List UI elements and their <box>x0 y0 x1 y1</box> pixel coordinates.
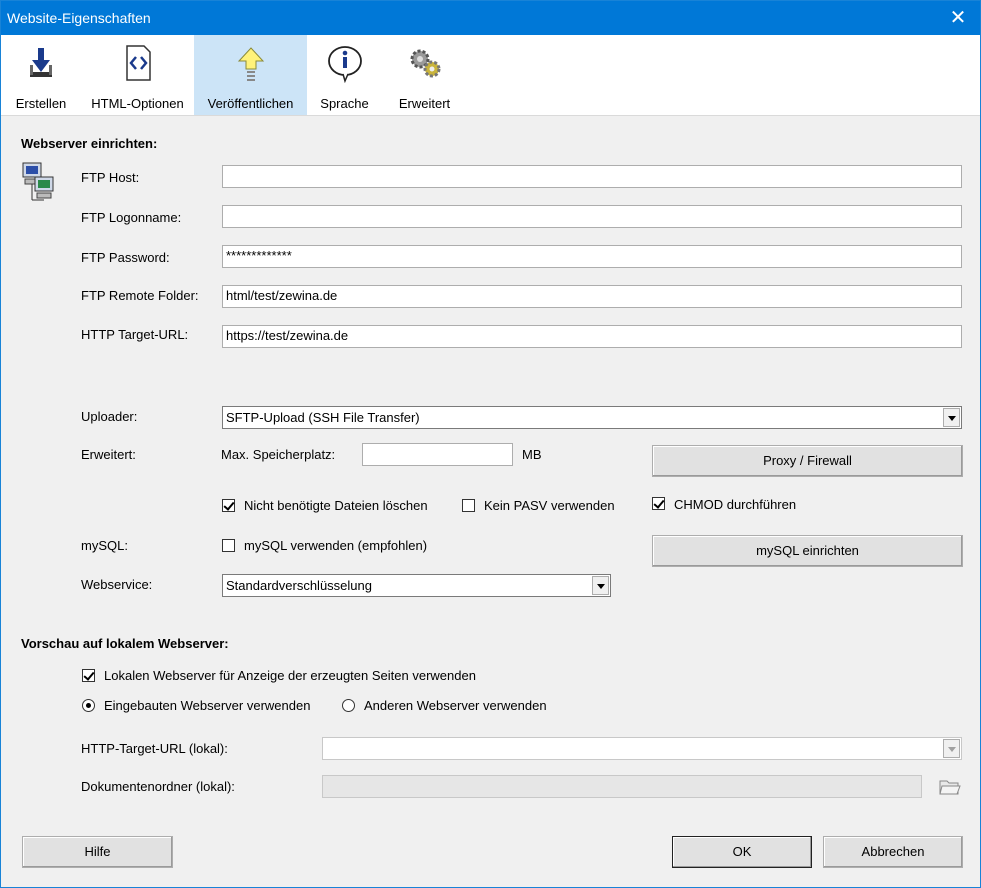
ok-button[interactable]: OK <box>672 836 812 868</box>
ftp-password-label: FTP Password: <box>81 250 170 265</box>
chevron-down-icon[interactable] <box>943 408 960 427</box>
mysql-verwenden-checkbox[interactable] <box>222 539 235 552</box>
tab-toolbar: Erstellen HTML-Optionen Veröffentlichen <box>1 35 980 115</box>
tab-html-optionen[interactable]: HTML-Optionen <box>81 35 194 115</box>
max-speicher-input[interactable] <box>362 443 513 466</box>
chevron-down-icon[interactable] <box>592 576 609 595</box>
webservice-label: Webservice: <box>81 577 153 592</box>
uploader-label: Uploader: <box>81 409 138 424</box>
max-speicher-label: Max. Speicherplatz: <box>221 447 336 462</box>
tab-label: Erweitert <box>398 96 451 111</box>
network-computers-icon <box>22 162 54 201</box>
lokal-webserver-checkbox[interactable] <box>82 669 95 682</box>
kein-pasv-checkbox[interactable] <box>462 499 475 512</box>
chmod-label: CHMOD durchführen <box>674 497 797 512</box>
tab-erstellen[interactable]: Erstellen <box>1 35 81 115</box>
window-title: Website-Eigenschaften <box>7 10 151 26</box>
http-lokal-select[interactable] <box>322 737 962 760</box>
webserver-heading: Webserver einrichten: <box>21 136 158 151</box>
mysql-verwenden-label: mySQL verwenden (empfohlen) <box>244 538 428 553</box>
cancel-button[interactable]: Abbrechen <box>823 836 963 868</box>
folder-open-icon[interactable] <box>938 776 962 798</box>
upload-icon <box>237 47 264 81</box>
http-target-url-input[interactable]: https://test/zewina.de <box>222 325 962 348</box>
dialog-window: Website-Eigenschaften ✕ Erstellen HTML-O… <box>0 0 981 888</box>
dokument-input[interactable] <box>322 775 922 798</box>
ftp-host-input[interactable] <box>222 165 962 188</box>
eingebaut-radio[interactable] <box>82 699 95 712</box>
help-button[interactable]: Hilfe <box>22 836 173 868</box>
info-icon <box>327 46 362 83</box>
webservice-value: Standardverschlüsselung <box>226 578 372 593</box>
ftp-password-input[interactable]: ************* <box>222 245 962 268</box>
webservice-select[interactable]: Standardverschlüsselung <box>222 574 611 597</box>
dokument-label: Dokumentenordner (lokal): <box>81 779 235 794</box>
andere-label: Anderen Webserver verwenden <box>364 698 547 713</box>
tab-erweitert[interactable]: Erweitert <box>382 35 467 115</box>
http-target-url-label: HTTP Target-URL: <box>81 327 189 342</box>
close-icon[interactable]: ✕ <box>936 1 980 35</box>
proxy-firewall-button[interactable]: Proxy / Firewall <box>652 445 963 477</box>
mb-unit-label: MB <box>522 447 542 462</box>
nicht-benoetigte-label: Nicht benötigte Dateien löschen <box>244 498 428 513</box>
tab-label: Erstellen <box>15 96 67 111</box>
publish-panel: Webserver einrichten: FTP Host: FTP Logo… <box>1 115 980 887</box>
eingebaut-label: Eingebauten Webserver verwenden <box>104 698 311 713</box>
http-lokal-label: HTTP-Target-URL (lokal): <box>81 741 228 756</box>
download-icon <box>30 48 52 77</box>
html-icon <box>125 45 151 81</box>
mysql-einrichten-button[interactable]: mySQL einrichten <box>652 535 963 567</box>
mysql-label: mySQL: <box>81 538 128 553</box>
chmod-checkbox[interactable] <box>652 497 665 510</box>
tab-sprache[interactable]: Sprache <box>307 35 382 115</box>
ftp-remote-folder-input[interactable]: html/test/zewina.de <box>222 285 962 308</box>
chevron-down-icon[interactable] <box>943 739 960 758</box>
preview-heading: Vorschau auf lokalem Webserver: <box>21 636 229 651</box>
tab-label: HTML-Optionen <box>91 96 184 111</box>
ftp-remote-folder-label: FTP Remote Folder: <box>81 288 199 303</box>
tab-veroeffentlichen[interactable]: Veröffentlichen <box>194 35 307 115</box>
ftp-host-label: FTP Host: <box>81 170 140 185</box>
gears-icon <box>410 49 440 78</box>
ftp-logon-input[interactable] <box>222 205 962 228</box>
ftp-logon-label: FTP Logonname: <box>81 210 182 225</box>
kein-pasv-label: Kein PASV verwenden <box>484 498 615 513</box>
title-bar: Website-Eigenschaften ✕ <box>1 1 980 35</box>
tab-label: Sprache <box>320 96 369 111</box>
andere-radio[interactable] <box>342 699 355 712</box>
erweitert-label: Erweitert: <box>81 447 136 462</box>
nicht-benoetigte-checkbox[interactable] <box>222 499 235 512</box>
tab-label: Veröffentlichen <box>207 96 294 111</box>
lokal-webserver-label: Lokalen Webserver für Anzeige der erzeug… <box>104 668 476 683</box>
uploader-value: SFTP-Upload (SSH File Transfer) <box>226 410 420 425</box>
uploader-select[interactable]: SFTP-Upload (SSH File Transfer) <box>222 406 962 429</box>
